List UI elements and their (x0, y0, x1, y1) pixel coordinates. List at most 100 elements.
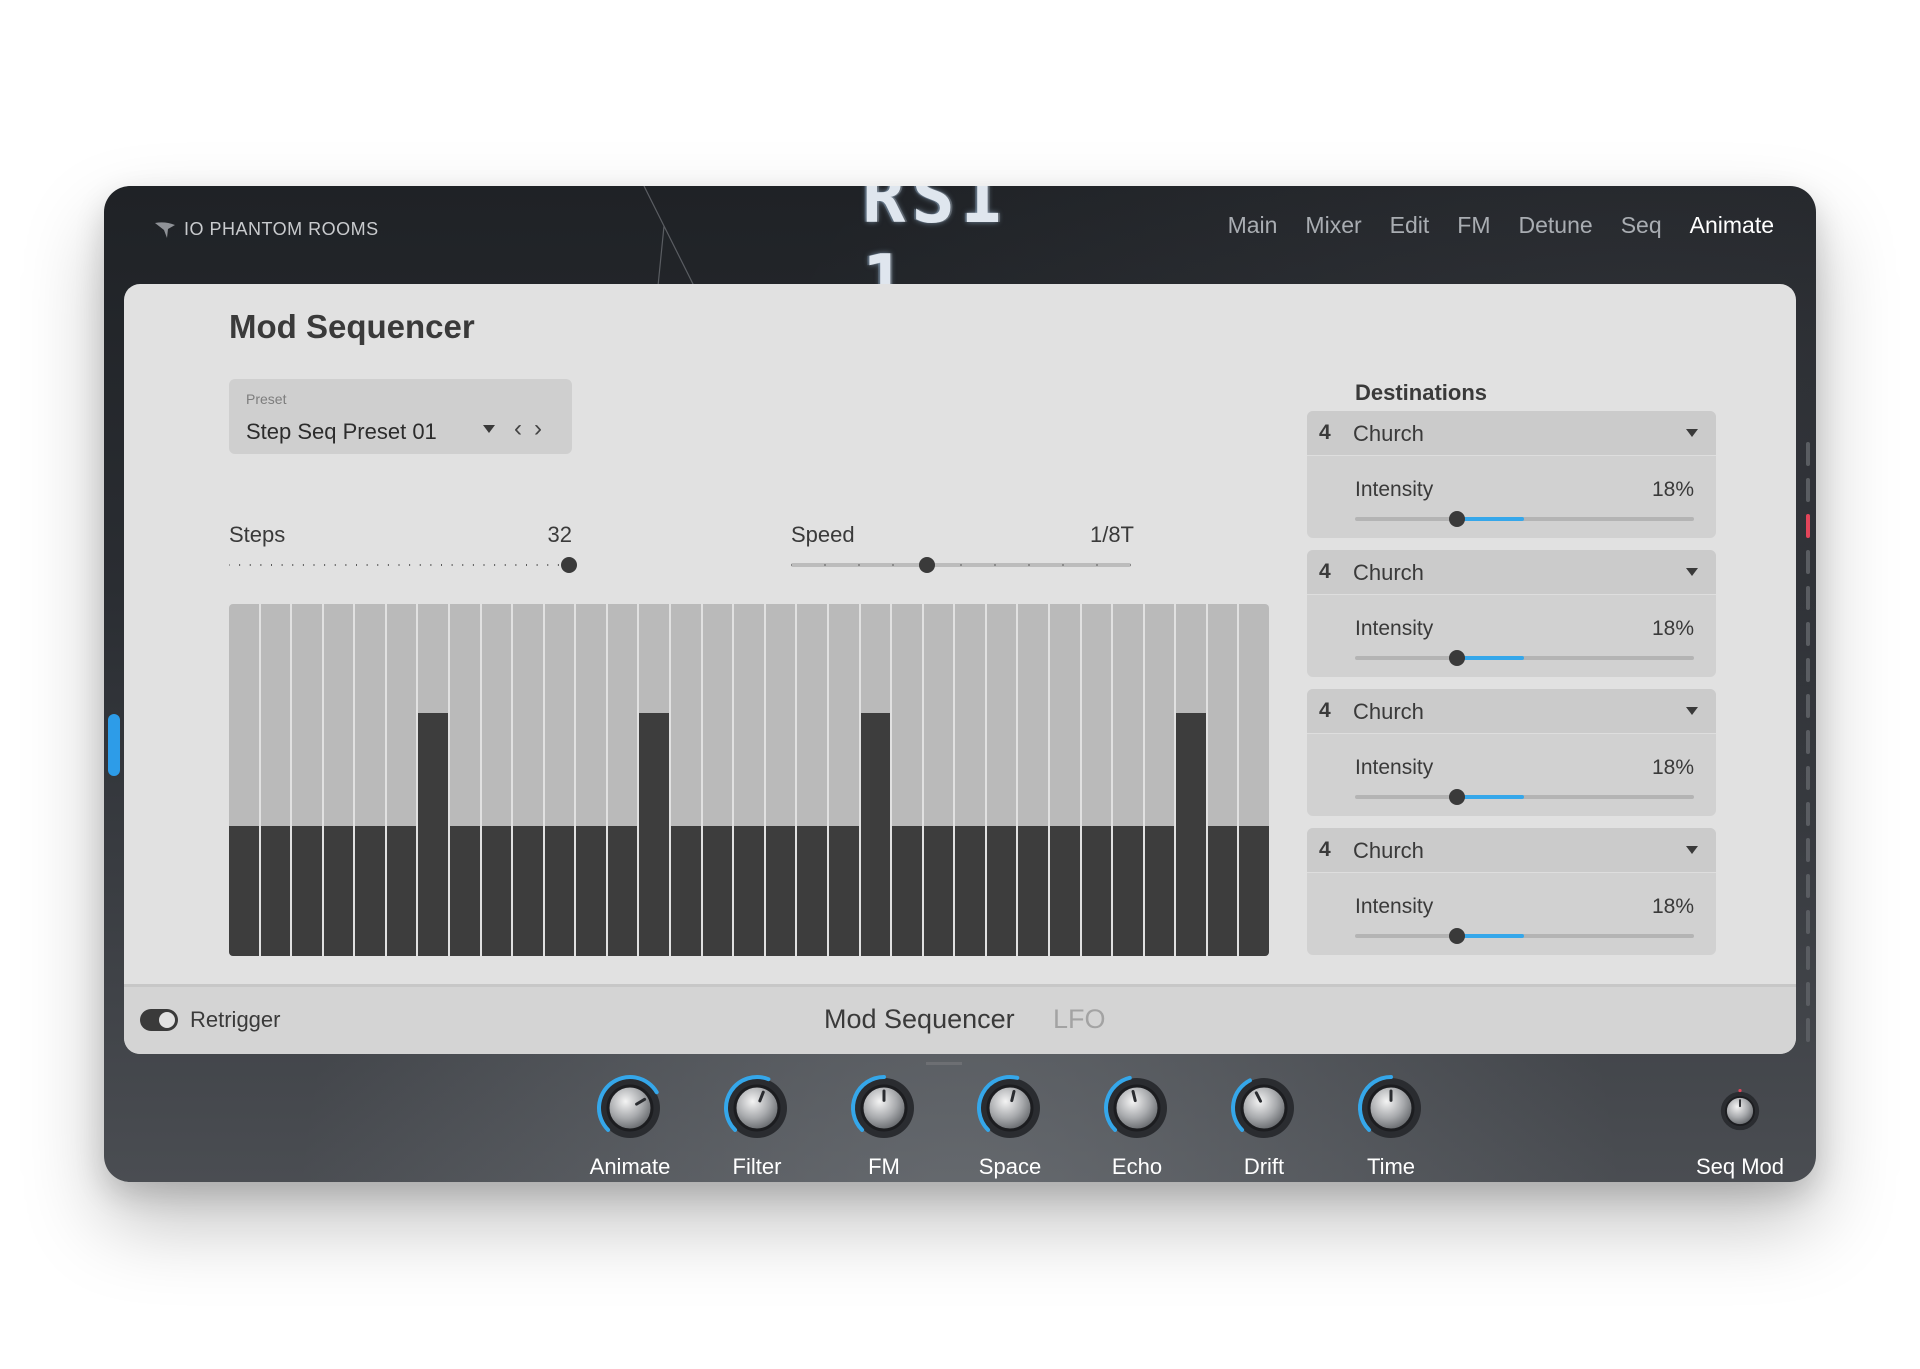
nav-animate[interactable]: Animate (1690, 212, 1774, 239)
step-value-bar (1176, 713, 1206, 956)
chevron-left-icon[interactable]: ‹ (514, 415, 522, 443)
destination-card: 4 Church Intensity 18% (1307, 550, 1716, 677)
knob-animate[interactable]: Animate (575, 1072, 685, 1179)
sequence-step[interactable] (260, 604, 291, 956)
chevron-right-icon[interactable]: › (534, 415, 542, 443)
nav-edit[interactable]: Edit (1390, 212, 1430, 239)
sequence-step[interactable] (986, 604, 1017, 956)
knob-dial[interactable] (848, 1072, 920, 1144)
nav-detune[interactable]: Detune (1519, 212, 1593, 239)
sequence-step[interactable] (702, 604, 733, 956)
destination-selector[interactable]: 4 Church (1307, 828, 1716, 873)
knob-dial[interactable] (1717, 1088, 1763, 1134)
nav-fm[interactable]: FM (1457, 212, 1490, 239)
sequence-step[interactable] (797, 604, 827, 956)
intensity-thumb[interactable] (1448, 650, 1465, 666)
knob-dial[interactable] (1101, 1072, 1173, 1144)
sequence-step[interactable] (1176, 604, 1206, 956)
sequence-step[interactable] (1018, 604, 1048, 956)
crack-decoration (643, 186, 695, 286)
sidebar-handle[interactable] (108, 714, 120, 776)
sequence-step[interactable] (639, 604, 670, 956)
knob-space[interactable]: Space (955, 1072, 1065, 1179)
intensity-slider[interactable] (1355, 928, 1694, 944)
sequence-step[interactable] (955, 604, 985, 956)
sequence-step[interactable] (513, 604, 543, 956)
intensity-slider[interactable] (1355, 650, 1694, 666)
sequence-step[interactable] (355, 604, 385, 956)
slider-tick (377, 564, 379, 566)
nav-seq[interactable]: Seq (1621, 212, 1662, 239)
nav-mixer[interactable]: Mixer (1305, 212, 1361, 239)
intensity-thumb[interactable] (1448, 511, 1465, 527)
sequence-step[interactable] (229, 604, 259, 956)
knob-dial[interactable] (1228, 1072, 1300, 1144)
knob-fm[interactable]: FM (829, 1072, 939, 1179)
sequence-step[interactable] (481, 604, 512, 956)
sequence-step[interactable] (292, 604, 322, 956)
knob-dial[interactable] (721, 1072, 793, 1144)
intensity-slider[interactable] (1355, 789, 1694, 805)
intensity-thumb[interactable] (1448, 789, 1465, 805)
destination-number: 4 (1319, 838, 1331, 861)
speed-slider-thumb[interactable] (919, 557, 935, 573)
knob-label: Drift (1243, 1154, 1285, 1179)
sequence-step[interactable] (923, 604, 954, 956)
destination-selector[interactable]: 4 Church (1307, 411, 1716, 456)
chevron-down-icon[interactable] (1686, 707, 1698, 715)
destination-number: 4 (1319, 560, 1331, 583)
sequence-step[interactable] (544, 604, 575, 956)
sequence-step[interactable] (671, 604, 701, 956)
sequence-step[interactable] (828, 604, 859, 956)
sequence-step[interactable] (1239, 604, 1269, 956)
knob-seq-mod[interactable]: Seq Mod (1685, 1076, 1795, 1179)
slider-tick (960, 564, 962, 566)
sequence-step[interactable] (607, 604, 638, 956)
chevron-down-icon[interactable] (1686, 568, 1698, 576)
steps-slider-thumb[interactable] (561, 557, 577, 573)
sequence-step[interactable] (576, 604, 606, 956)
step-grid[interactable] (229, 604, 1269, 956)
chevron-down-icon[interactable] (1686, 429, 1698, 437)
destination-selector[interactable]: 4 Church (1307, 550, 1716, 595)
sequence-step[interactable] (1207, 604, 1238, 956)
preset-value: Step Seq Preset 01 (246, 419, 437, 444)
sequence-step[interactable] (386, 604, 417, 956)
sequence-step[interactable] (1049, 604, 1080, 956)
knob-cap (986, 1084, 1034, 1132)
tab-lfo[interactable]: LFO (1053, 1004, 1106, 1035)
step-value-bar (765, 825, 796, 956)
sequence-step[interactable] (765, 604, 796, 956)
chevron-down-icon[interactable] (1686, 846, 1698, 854)
slider-tick (483, 564, 485, 566)
nav-main[interactable]: Main (1228, 212, 1278, 239)
knob-dial[interactable] (1355, 1072, 1427, 1144)
sequence-step[interactable] (860, 604, 891, 956)
knob-dial[interactable] (974, 1072, 1046, 1144)
step-value-bar (576, 825, 606, 956)
sequence-step[interactable] (1113, 604, 1143, 956)
tab-mod-sequencer[interactable]: Mod Sequencer (824, 1004, 1015, 1035)
bird-logo-icon (155, 221, 175, 238)
knob-time[interactable]: Time (1336, 1072, 1446, 1179)
sequence-step[interactable] (323, 604, 354, 956)
sequence-step[interactable] (450, 604, 480, 956)
sequence-step[interactable] (418, 604, 449, 956)
knob-drift[interactable]: Drift (1209, 1072, 1319, 1179)
intensity-thumb[interactable] (1448, 928, 1465, 944)
knob-dial[interactable] (594, 1072, 666, 1144)
intensity-slider[interactable] (1355, 511, 1694, 527)
retrigger-toggle[interactable] (140, 1009, 178, 1031)
preset-selector[interactable]: Preset Step Seq Preset 01 ‹ › (229, 379, 572, 454)
sequence-step[interactable] (1144, 604, 1175, 956)
destination-selector[interactable]: 4 Church (1307, 689, 1716, 734)
chevron-down-icon[interactable] (483, 425, 495, 433)
preset-label: Preset (246, 391, 287, 407)
sequence-step[interactable] (1081, 604, 1112, 956)
sequence-step[interactable] (892, 604, 922, 956)
knob-echo[interactable]: Echo (1082, 1072, 1192, 1179)
slider-tick (858, 564, 860, 566)
sequence-step[interactable] (734, 604, 764, 956)
knob-filter[interactable]: Filter (702, 1072, 812, 1179)
slider-tick (451, 564, 453, 566)
